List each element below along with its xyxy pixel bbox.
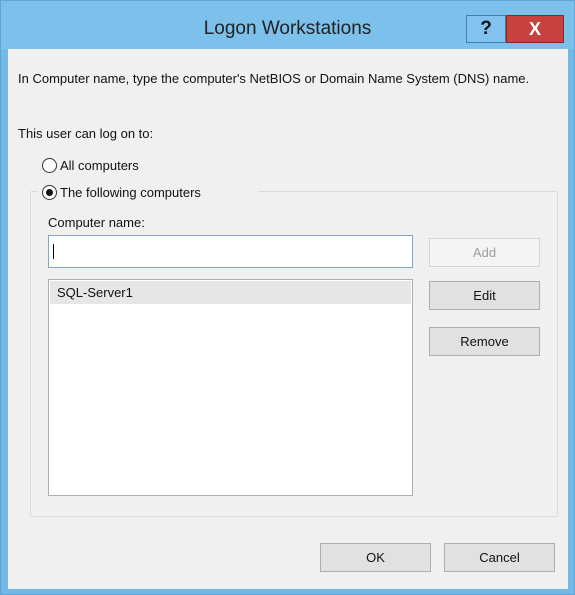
all-computers-label[interactable]: All computers xyxy=(60,158,139,173)
logon-label: This user can log on to: xyxy=(18,126,154,141)
computer-name-label: Computer name: xyxy=(48,215,145,230)
help-button[interactable]: ? xyxy=(466,15,506,43)
text-caret xyxy=(53,244,54,259)
list-item[interactable]: SQL-Server1 xyxy=(50,281,411,304)
edit-button[interactable]: Edit xyxy=(429,281,540,310)
following-computers-label[interactable]: The following computers xyxy=(60,185,201,200)
add-button[interactable]: Add xyxy=(429,238,540,267)
dialog-body: In Computer name, type the computer's Ne… xyxy=(8,49,568,589)
close-button[interactable]: X xyxy=(506,15,564,43)
ok-button[interactable]: OK xyxy=(320,543,431,572)
description-text: In Computer name, type the computer's Ne… xyxy=(18,71,530,86)
computer-name-input[interactable] xyxy=(48,235,413,268)
radio-all-computers[interactable] xyxy=(42,158,57,173)
remove-button[interactable]: Remove xyxy=(429,327,540,356)
radio-following-computers[interactable] xyxy=(42,185,57,200)
title-bar[interactable]: Logon Workstations ? X xyxy=(1,1,574,49)
computers-list[interactable]: SQL-Server1 xyxy=(48,279,413,496)
cancel-button[interactable]: Cancel xyxy=(444,543,555,572)
logon-workstations-dialog: Logon Workstations ? X In Computer name,… xyxy=(0,0,575,595)
